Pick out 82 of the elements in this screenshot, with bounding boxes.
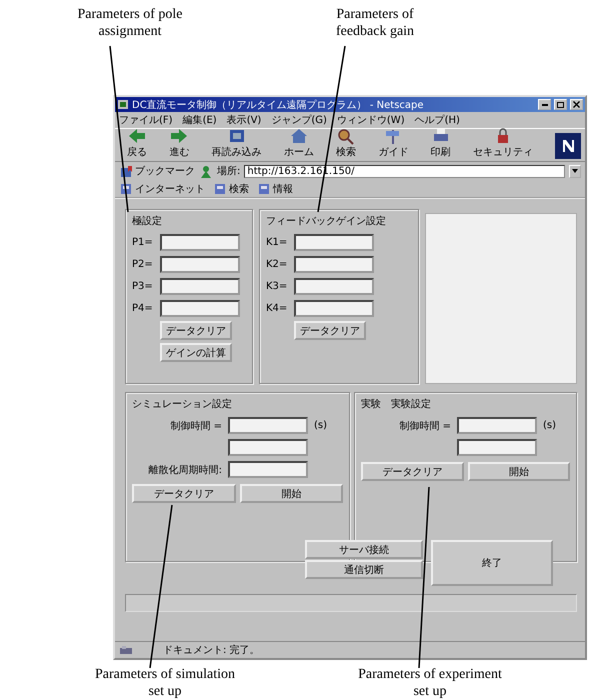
toolbar-button[interactable]: 戻る bbox=[127, 127, 147, 159]
group-title: シミュレーション設定 bbox=[132, 398, 233, 411]
input-field[interactable] bbox=[228, 461, 308, 478]
back-arrow-icon bbox=[127, 127, 147, 145]
action-button[interactable]: データクリア bbox=[160, 321, 232, 340]
action-button[interactable]: 開始 bbox=[468, 462, 570, 481]
input-field[interactable] bbox=[294, 300, 374, 317]
field-label: P2= bbox=[132, 259, 154, 270]
action-button[interactable]: データクリア bbox=[361, 462, 464, 481]
menu-item[interactable]: 表示(V) bbox=[226, 113, 262, 127]
toolbar-button[interactable]: セキュリティ bbox=[472, 127, 533, 159]
input-field[interactable] bbox=[457, 417, 537, 434]
minimize-icon bbox=[542, 104, 548, 106]
exit-button[interactable]: 終了 bbox=[431, 540, 553, 586]
maximize-button[interactable] bbox=[554, 99, 567, 110]
status-text: ドキュメント: 完了。 bbox=[163, 644, 260, 657]
menu-item[interactable]: ファイル(F) bbox=[119, 113, 173, 127]
annotation-label: Parameters of experiment set up bbox=[357, 666, 503, 700]
toolbar-button[interactable]: 検索 bbox=[336, 127, 356, 159]
person-icon bbox=[199, 164, 213, 178]
field-label: K2= bbox=[266, 259, 288, 270]
menu-item[interactable]: ジャンプ(G) bbox=[271, 113, 327, 127]
menu-item[interactable]: ウィンドウ(W) bbox=[336, 113, 405, 127]
input-field[interactable] bbox=[294, 278, 374, 295]
location-label: 場所: bbox=[217, 164, 240, 178]
menu-item[interactable]: 編集(E) bbox=[182, 113, 217, 127]
maximize-icon bbox=[557, 102, 564, 108]
input-field[interactable] bbox=[160, 300, 240, 317]
input-field[interactable] bbox=[294, 234, 374, 251]
field-label: 制御時間 = bbox=[398, 420, 451, 432]
group-title: 実験 実験設定 bbox=[361, 398, 432, 411]
input-field[interactable] bbox=[228, 439, 308, 456]
input-field[interactable] bbox=[228, 417, 308, 434]
minimize-button[interactable] bbox=[538, 99, 551, 110]
action-button[interactable]: 通信切断 bbox=[305, 560, 423, 579]
toolbar-button[interactable]: 進む bbox=[169, 127, 190, 159]
close-icon bbox=[573, 101, 580, 108]
annotation-label: Parameters of pole assignment bbox=[76, 6, 184, 40]
house-icon bbox=[288, 127, 309, 145]
toolbar-button[interactable]: 印刷 bbox=[430, 127, 450, 159]
connection-icon bbox=[119, 644, 133, 656]
group-title: フィードバックゲイン設定 bbox=[266, 214, 387, 228]
magnifier-icon bbox=[336, 127, 356, 145]
field-label: P1= bbox=[132, 237, 154, 248]
close-button[interactable] bbox=[570, 99, 583, 110]
input-field[interactable] bbox=[294, 256, 374, 273]
forward-arrow-icon bbox=[169, 127, 190, 145]
toolbar-button[interactable]: 再読み込み bbox=[212, 127, 262, 159]
action-button[interactable]: ゲインの計算 bbox=[160, 343, 232, 362]
app-icon bbox=[117, 99, 129, 110]
page-icon bbox=[213, 182, 227, 195]
personal-toolbar-link[interactable]: 検索 bbox=[213, 182, 249, 196]
annotation-label: Parameters of simulation set up bbox=[94, 666, 236, 700]
toolbar-button[interactable]: ガイド bbox=[378, 127, 408, 159]
annotation-label: Parameters of feedback gain bbox=[334, 6, 416, 40]
field-label: K4= bbox=[266, 303, 288, 314]
bookmark-icon bbox=[119, 164, 133, 178]
page-icon bbox=[257, 182, 271, 195]
personal-toolbar-link[interactable]: インターネット bbox=[119, 182, 205, 196]
unit-label: (s) bbox=[543, 420, 556, 431]
action-button[interactable]: データクリア bbox=[294, 321, 366, 340]
action-button[interactable]: サーバ接続 bbox=[305, 540, 423, 559]
unit-label: (s) bbox=[314, 420, 328, 431]
caret-icon bbox=[571, 167, 579, 175]
field-label: P3= bbox=[132, 281, 154, 292]
group-title: 極設定 bbox=[132, 214, 163, 228]
input-field[interactable] bbox=[160, 278, 240, 295]
field-label: K3= bbox=[266, 281, 288, 292]
toolbar-button[interactable]: ホーム bbox=[284, 127, 314, 159]
personal-toolbar-link[interactable]: 情報 bbox=[257, 182, 293, 196]
field-label: 制御時間 = bbox=[169, 420, 222, 432]
input-field[interactable] bbox=[160, 256, 240, 273]
dropdown-button[interactable] bbox=[569, 164, 581, 178]
field-label: P4= bbox=[132, 303, 154, 314]
input-field[interactable] bbox=[457, 439, 537, 456]
field-label: K1= bbox=[266, 237, 288, 248]
input-field[interactable] bbox=[160, 234, 240, 251]
menu-item[interactable]: ヘルプ(H) bbox=[414, 113, 460, 127]
field-label: 離散化周期時間: bbox=[148, 464, 222, 476]
action-button[interactable]: データクリア bbox=[132, 484, 236, 503]
action-button[interactable]: 開始 bbox=[240, 484, 343, 503]
bookmarks-button[interactable]: ブックマーク bbox=[119, 164, 195, 178]
